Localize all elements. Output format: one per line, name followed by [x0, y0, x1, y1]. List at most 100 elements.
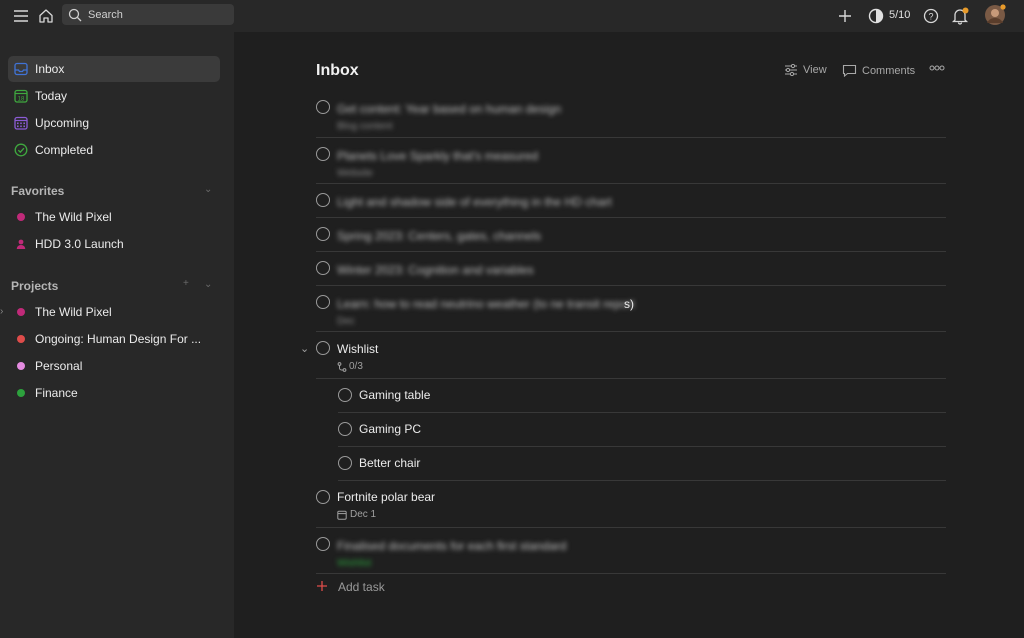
task-item[interactable]: Spring 2023: Centers, gates, channels: [316, 218, 946, 252]
favorites-title[interactable]: Favorites: [11, 184, 64, 198]
calendar-grid-icon: [14, 116, 28, 130]
task-title: Fortnite polar bear: [337, 490, 436, 504]
top-bar: Search 5/10 ?: [0, 0, 1024, 32]
project-dot-icon: [14, 332, 28, 346]
calendar-today-icon: 18: [14, 89, 28, 103]
nav-inbox[interactable]: Inbox: [8, 56, 220, 82]
nav-label: Today: [35, 89, 68, 103]
svg-text:?: ?: [928, 12, 933, 22]
main-content: Inbox View Comments Get content: Year ba…: [234, 32, 1024, 638]
task-item[interactable]: Planets Love Sparkly that's measured Web…: [316, 138, 946, 184]
add-task-label: Add task: [338, 580, 385, 594]
task-checkbox[interactable]: [338, 422, 352, 436]
nav-upcoming[interactable]: Upcoming: [8, 110, 220, 136]
menu-icon[interactable]: [11, 6, 31, 26]
task-item[interactable]: Finalised documents for each first stand…: [316, 528, 946, 574]
task-checkbox[interactable]: [316, 295, 330, 309]
project-item[interactable]: The Wild Pixel: [8, 299, 220, 325]
add-icon[interactable]: [835, 6, 855, 26]
task-title-end: s): [624, 297, 634, 311]
task-item[interactable]: Get content: Year based on human design …: [316, 94, 946, 138]
person-icon: [14, 237, 28, 251]
project-item[interactable]: Personal: [8, 353, 220, 379]
svg-text:18: 18: [18, 97, 25, 103]
project-dot-icon: [14, 386, 28, 400]
search-placeholder: Search: [88, 8, 123, 21]
task-item[interactable]: Fortnite polar bear Dec 1: [316, 481, 946, 528]
calendar-icon: [337, 510, 347, 520]
task-title: Light and shadow side of everything in t…: [337, 195, 612, 209]
task-title: Gaming PC: [359, 422, 422, 436]
nav-label: Inbox: [35, 62, 65, 76]
project-item[interactable]: Finance: [8, 380, 220, 406]
view-button[interactable]: View: [784, 64, 827, 76]
task-checkbox[interactable]: [338, 456, 352, 470]
task-title: Wishlist: [337, 342, 379, 356]
task-checkbox[interactable]: [316, 537, 330, 551]
avatar[interactable]: [984, 4, 1006, 26]
project-item[interactable]: Ongoing: Human Design For ...: [8, 326, 220, 352]
task-checkbox[interactable]: [316, 490, 330, 504]
nav-label: Completed: [35, 143, 94, 157]
sidebar: Inbox 18 Today Upcoming Completed Favori…: [0, 32, 234, 638]
subtask-item[interactable]: Better chair: [338, 447, 946, 481]
add-project-icon[interactable]: +: [183, 278, 189, 289]
project-dot-icon: [14, 305, 28, 319]
inbox-icon: [14, 62, 28, 76]
task-title: Spring 2023: Centers, gates, channels: [337, 229, 542, 243]
subtask-icon: [337, 361, 347, 372]
collapse-chevron-icon[interactable]: ⌄: [300, 342, 309, 355]
nav-completed[interactable]: Completed: [8, 137, 220, 163]
project-dot-icon: [14, 359, 28, 373]
comment-icon: [842, 64, 857, 77]
home-icon[interactable]: [36, 6, 56, 26]
task-item[interactable]: Wishlist 0/3: [316, 332, 946, 379]
karma-count[interactable]: 5/10: [889, 9, 910, 21]
nav-today[interactable]: 18 Today: [8, 83, 220, 109]
favorite-item[interactable]: HDD 3.0 Launch: [8, 231, 220, 257]
task-checkbox[interactable]: [316, 341, 330, 355]
plus-icon: [316, 580, 328, 594]
task-item[interactable]: Learn: how to read neutrino weather (to …: [316, 286, 946, 332]
task-title: Get content: Year based on human design: [337, 102, 562, 116]
search-icon: [68, 8, 82, 22]
task-title: Finalised documents for each first stand…: [337, 539, 567, 553]
projects-title[interactable]: Projects: [11, 279, 58, 293]
add-task-button[interactable]: Add task: [316, 580, 385, 594]
task-item[interactable]: Light and shadow side of everything in t…: [316, 184, 946, 218]
chevron-down-icon[interactable]: ⌄: [204, 279, 212, 290]
task-title: Learn: how to read neutrino weather (to …: [337, 297, 635, 311]
nav-label: Upcoming: [35, 116, 90, 130]
chevron-down-icon[interactable]: ⌄: [204, 184, 212, 195]
task-checkbox[interactable]: [316, 193, 330, 207]
task-meta: Blog content: [337, 121, 393, 132]
task-checkbox[interactable]: [338, 388, 352, 402]
favorite-item[interactable]: The Wild Pixel: [8, 204, 220, 230]
due-date: Dec 1: [337, 509, 376, 520]
view-label: View: [803, 64, 827, 76]
subtask-count: 0/3: [337, 361, 363, 372]
comments-label: Comments: [862, 64, 916, 77]
subtask-item[interactable]: Gaming table: [338, 379, 946, 413]
project-dot-icon: [14, 210, 28, 224]
bell-icon[interactable]: [950, 6, 970, 26]
page-title: Inbox: [316, 62, 359, 79]
task-checkbox[interactable]: [316, 147, 330, 161]
task-project-tag: Wishlist: [337, 558, 372, 569]
task-title: Winter 2023: Cognition and variables: [337, 263, 534, 277]
task-checkbox[interactable]: [316, 227, 330, 241]
task-meta: Website: [337, 168, 373, 179]
task-item[interactable]: Winter 2023: Cognition and variables: [316, 252, 946, 286]
task-checkbox[interactable]: [316, 261, 330, 275]
subtask-item[interactable]: Gaming PC: [338, 413, 946, 447]
help-icon[interactable]: ?: [921, 6, 941, 26]
comments-button[interactable]: Comments: [842, 64, 915, 77]
productivity-icon[interactable]: [866, 6, 886, 26]
task-title: Better chair: [359, 456, 421, 470]
more-options-icon[interactable]: [929, 65, 945, 71]
chevron-right-icon[interactable]: ›: [0, 306, 3, 317]
task-meta: Dec: [337, 316, 355, 327]
task-title: Planets Love Sparkly that's measured: [337, 149, 539, 163]
task-checkbox[interactable]: [316, 100, 330, 114]
search-input[interactable]: Search: [62, 4, 234, 25]
